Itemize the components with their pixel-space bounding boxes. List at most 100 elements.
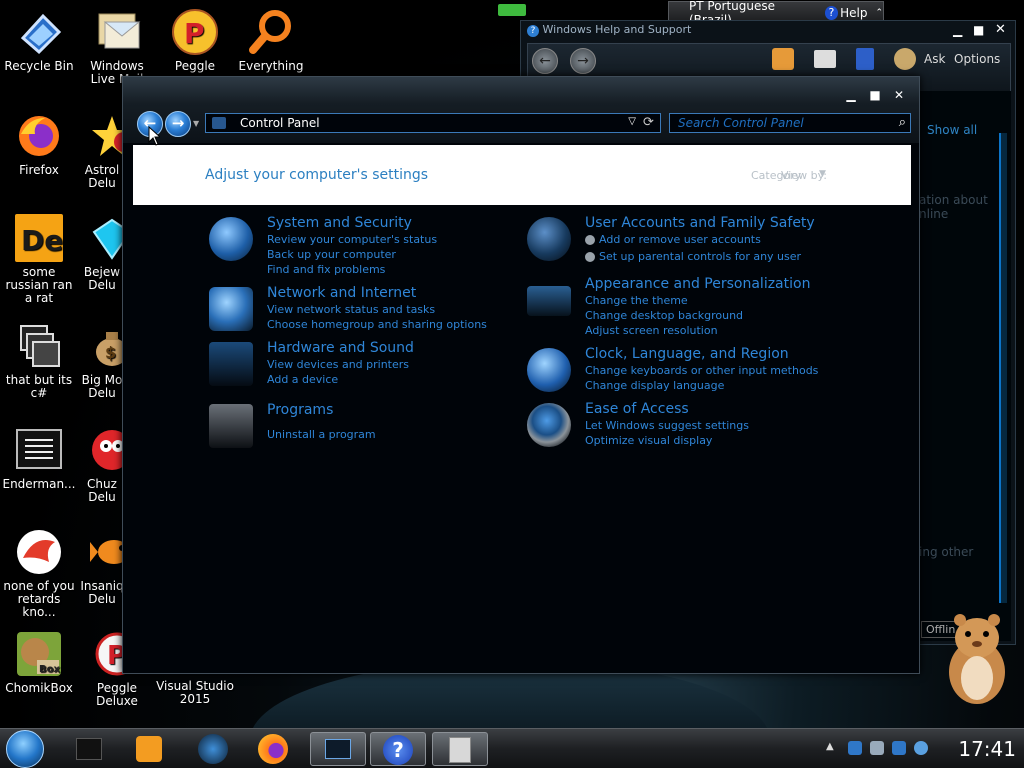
taskbar-help-support[interactable]: ? bbox=[370, 732, 426, 766]
category-title[interactable]: Appearance and Personalization bbox=[585, 276, 810, 292]
category-title[interactable]: User Accounts and Family Safety bbox=[585, 215, 815, 231]
desktop-icon-label: Peggle bbox=[174, 59, 216, 73]
tray-network-icon[interactable] bbox=[870, 741, 884, 755]
taskbar-control-panel[interactable] bbox=[310, 732, 366, 766]
desktop-icon-peggle[interactable]: P Peggle bbox=[156, 8, 234, 73]
start-button[interactable] bbox=[6, 730, 44, 768]
search-box[interactable]: ⌕ bbox=[669, 113, 911, 133]
help-ask-label[interactable]: Ask bbox=[924, 52, 945, 66]
hamster-box-icon: Box bbox=[15, 630, 63, 678]
category-title[interactable]: Ease of Access bbox=[585, 401, 689, 417]
desktop-icon-insaniquarium[interactable]: Insaniq Delu bbox=[78, 528, 126, 606]
address-dropdown-icon[interactable]: ▽ bbox=[628, 116, 636, 127]
address-path[interactable]: Control Panel bbox=[240, 116, 320, 130]
recent-pages-dropdown[interactable]: ▼ bbox=[193, 119, 199, 128]
desktop-icon-astrol[interactable]: Astrol Delu bbox=[78, 112, 126, 190]
category-link[interactable]: Change keyboards or other input methods bbox=[585, 364, 818, 377]
help-maximize-button[interactable]: ■ bbox=[973, 23, 984, 37]
desktop-icon-chuzzle[interactable]: Chuz Delu bbox=[78, 426, 126, 504]
refresh-button[interactable]: ⟳ bbox=[643, 115, 654, 130]
category-link[interactable]: Add or remove user accounts bbox=[599, 233, 761, 246]
help-show-all-link[interactable]: Show all bbox=[927, 123, 977, 137]
category-title[interactable]: System and Security bbox=[267, 215, 412, 231]
category-link[interactable]: View devices and printers bbox=[267, 358, 409, 371]
forward-button[interactable]: → bbox=[165, 111, 191, 137]
category-link[interactable]: Change display language bbox=[585, 379, 724, 392]
desktop-icon-red-bird[interactable]: none of you retards kno... bbox=[0, 528, 78, 619]
tray-volume-icon[interactable] bbox=[914, 741, 928, 755]
desktop-icon-de[interactable]: De some russian ran a rat bbox=[0, 214, 78, 305]
help-circle-icon: ? bbox=[824, 6, 839, 20]
desktop-icon-visual-studio[interactable]: Visual Studio 2015 bbox=[156, 680, 234, 706]
desktop-icon-label: Visual Studio 2015 bbox=[156, 679, 234, 706]
language-help-label[interactable]: Help bbox=[840, 6, 867, 20]
programs-disc-icon bbox=[209, 404, 253, 448]
show-hidden-icons-button[interactable]: ▲ bbox=[826, 741, 834, 752]
taskbar-app-media[interactable] bbox=[62, 732, 118, 766]
category-link[interactable]: Let Windows suggest settings bbox=[585, 419, 749, 432]
maximize-button[interactable]: ■ bbox=[865, 87, 885, 103]
category-title[interactable]: Programs bbox=[267, 402, 333, 418]
help-browse-icon[interactable] bbox=[856, 48, 874, 70]
help-side-text: ation about bbox=[919, 193, 988, 207]
category-title[interactable]: Hardware and Sound bbox=[267, 340, 414, 356]
category-title[interactable]: Clock, Language, and Region bbox=[585, 346, 789, 362]
close-button[interactable]: ✕ bbox=[889, 87, 909, 103]
help-ask-icon[interactable] bbox=[894, 48, 916, 70]
mouse-cursor-icon bbox=[148, 125, 162, 150]
category-link[interactable]: Set up parental controls for any user bbox=[599, 250, 801, 263]
tray-monitor-icon[interactable] bbox=[892, 741, 906, 755]
view-by-chevron-icon[interactable]: ▼ bbox=[819, 169, 826, 179]
category-link[interactable]: Uninstall a program bbox=[267, 428, 376, 441]
control-panel-window[interactable]: ▁ ■ ✕ ← → ▼ Control Panel ▽ ⟳ ⌕ Adjust y… bbox=[122, 76, 920, 674]
category-link[interactable]: Add a device bbox=[267, 373, 338, 386]
clock[interactable]: 17:41 bbox=[958, 737, 1016, 761]
category-title[interactable]: Network and Internet bbox=[267, 285, 416, 301]
help-side-text: ing other bbox=[919, 545, 974, 559]
desktop-icon-label: Bejew Delu bbox=[83, 265, 121, 292]
help-forward-button[interactable]: → bbox=[570, 48, 596, 74]
category-link[interactable]: Optimize visual display bbox=[585, 434, 712, 447]
desktop-icon-label: Recycle Bin bbox=[4, 59, 74, 73]
taskbar-app-media-player[interactable] bbox=[122, 732, 178, 766]
view-by-value[interactable]: Category bbox=[751, 169, 801, 182]
taskbar-app-installer[interactable] bbox=[432, 732, 488, 766]
taskbar-app-globe[interactable] bbox=[186, 732, 242, 766]
desktop-icon-everything[interactable]: Everything bbox=[232, 8, 310, 73]
category-link[interactable]: Adjust screen resolution bbox=[585, 324, 718, 337]
category-link[interactable]: Review your computer's status bbox=[267, 233, 437, 246]
category-link[interactable]: Find and fix problems bbox=[267, 263, 385, 276]
category-link[interactable]: Change desktop background bbox=[585, 309, 743, 322]
list-window-icon bbox=[15, 426, 63, 474]
category-link[interactable]: Choose homegroup and sharing options bbox=[267, 318, 487, 331]
help-options-label[interactable]: Options bbox=[954, 52, 1000, 66]
langbar-options-icon[interactable]: ⌃ bbox=[875, 8, 883, 18]
tray-security-icon[interactable] bbox=[848, 741, 862, 755]
category-link[interactable]: View network status and tasks bbox=[267, 303, 435, 316]
desktop-icon-recycle-bin[interactable]: Recycle Bin bbox=[0, 8, 78, 73]
help-home-icon[interactable] bbox=[772, 48, 794, 70]
desktop-icon-bejeweled[interactable]: Bejew Delu bbox=[78, 214, 126, 292]
desktop-icon-enderman[interactable]: Enderman... bbox=[0, 426, 78, 491]
desktop-icon-windows-live-mail[interactable]: Windows Live Mail bbox=[78, 8, 156, 86]
red-creature-icon bbox=[88, 426, 126, 474]
desktop-icon-big-money[interactable]: $ Big Mo Delu bbox=[78, 322, 126, 400]
category-link[interactable]: Change the theme bbox=[585, 294, 688, 307]
taskbar-app-firefox[interactable] bbox=[246, 732, 302, 766]
desktop-icon-chomikbox[interactable]: Box ChomikBox bbox=[0, 630, 78, 695]
search-input[interactable] bbox=[670, 114, 880, 132]
desktop-icon-windows-stack[interactable]: that but its c# bbox=[0, 322, 78, 400]
category-link[interactable]: Back up your computer bbox=[267, 248, 396, 261]
help-print-icon[interactable] bbox=[814, 50, 836, 68]
admin-shield-icon bbox=[585, 252, 595, 262]
help-back-button[interactable]: ← bbox=[532, 48, 558, 74]
help-circle-icon: ? bbox=[383, 735, 413, 765]
desktop-icon-firefox[interactable]: Firefox bbox=[0, 112, 78, 177]
help-close-button[interactable]: ✕ bbox=[995, 22, 1006, 37]
desktop-icon-label: Everything bbox=[238, 59, 304, 73]
search-icon[interactable]: ⌕ bbox=[899, 115, 906, 130]
address-bar[interactable]: Control Panel ▽ bbox=[205, 113, 661, 133]
help-scrollbar[interactable] bbox=[999, 133, 1007, 603]
minimize-button[interactable]: ▁ bbox=[841, 87, 861, 103]
help-minimize-button[interactable]: ▁ bbox=[953, 23, 962, 37]
